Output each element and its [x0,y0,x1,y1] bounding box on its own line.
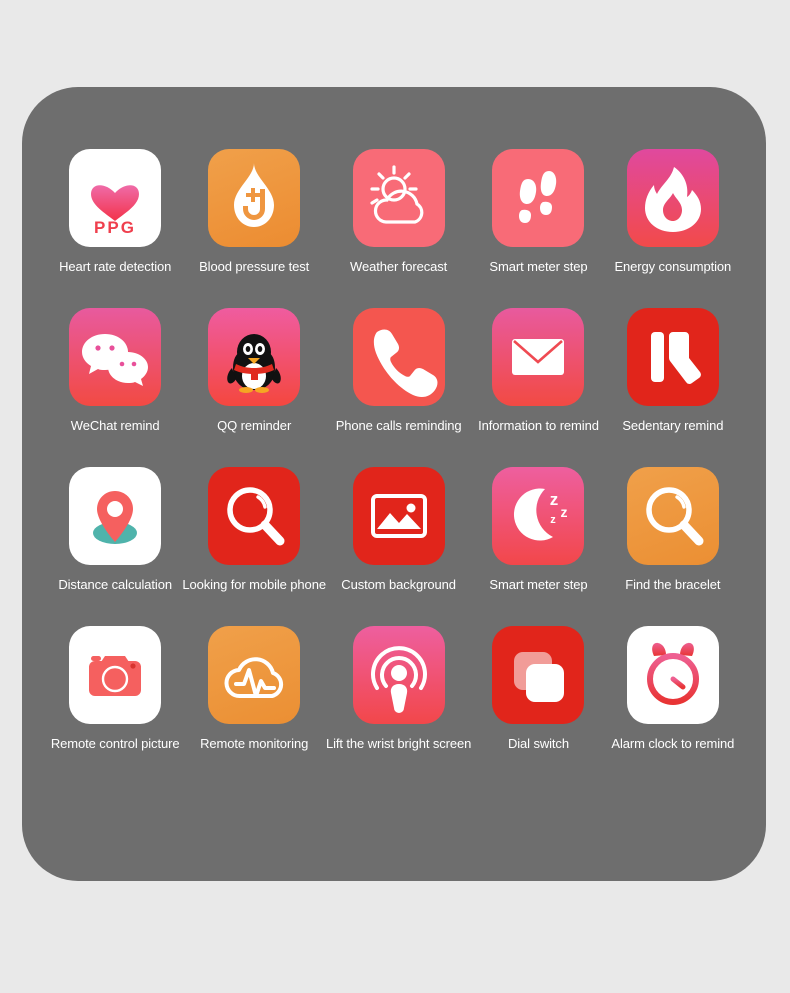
app-icon-label: Smart meter step [489,577,588,592]
magnifier-bracelet-icon[interactable] [626,467,719,565]
app-icon-label: Phone calls reminding [335,418,462,433]
app-icon-cell[interactable]: Custom background [326,467,471,592]
app-icon-label: Distance calculation [58,577,172,592]
app-icon-label: Alarm clock to remind [611,736,735,751]
app-icon-label: Heart rate detection [59,259,172,274]
wechat-bubbles-icon[interactable] [69,308,162,406]
alarm-clock-icon[interactable] [626,626,719,724]
app-icon-cell[interactable]: Lift the wrist bright screen [326,626,471,751]
app-icon-cell[interactable]: Remote monitoring [182,626,326,751]
magnifier-phone-icon[interactable] [208,467,301,565]
app-icon-cell[interactable]: Energy consumption [606,149,740,274]
app-icon-cell[interactable]: Alarm clock to remind [606,626,740,751]
svg-text:z: z [561,504,568,520]
app-icon-cell[interactable]: Remote control picture [48,626,182,751]
phone-handset-icon[interactable] [352,308,445,406]
app-icon-label: Dial switch [507,736,569,751]
app-icon-label: WeChat remind [70,418,160,433]
app-icon-label: Looking for mobile phone [182,577,326,592]
app-icon-label: Sedentary remind [622,418,724,433]
app-icon-cell[interactable]: Weather forecast [326,149,471,274]
qq-penguin-icon[interactable] [208,308,301,406]
app-icon-label: Weather forecast [350,259,448,274]
app-icon-label: Custom background [341,577,456,592]
app-icon-label: Smart meter step [489,259,588,274]
footsteps-icon[interactable] [492,149,585,247]
app-icon-cell[interactable]: Find the bracelet [606,467,740,592]
envelope-icon[interactable] [492,308,585,406]
svg-text:z: z [550,490,559,509]
app-icon-label: Blood pressure test [199,259,310,274]
moon-sleep-icon[interactable]: z z z [492,467,585,565]
svg-text:z: z [551,514,557,526]
cloud-pulse-icon[interactable] [208,626,301,724]
broadcast-person-icon[interactable] [352,626,445,724]
svg-text:PPG: PPG [94,218,136,237]
app-icon-cell[interactable]: z z z Smart meter step [471,467,605,592]
app-icon-label: Remote control picture [50,736,180,751]
dial-switch-icon[interactable] [492,626,585,724]
app-icon-cell[interactable]: Information to remind [471,308,605,433]
app-icon-cell[interactable]: Distance calculation [48,467,182,592]
app-icon-label: Remote monitoring [200,736,309,751]
app-icon-cell[interactable]: Looking for mobile phone [182,467,326,592]
app-icon-cell[interactable]: Phone calls reminding [326,308,471,433]
app-icon-label: Find the bracelet [625,577,721,592]
app-icon-cell[interactable]: Dial switch [471,626,605,751]
app-icon-label: QQ reminder [217,418,292,433]
app-icon-cell[interactable]: Blood pressure test [182,149,326,274]
blood-drop-icon[interactable] [208,149,301,247]
flame-icon[interactable] [626,149,719,247]
sedentary-icon[interactable] [626,308,719,406]
app-icon-label: Energy consumption [614,259,732,274]
picture-icon[interactable] [352,467,445,565]
app-icon-cell[interactable]: Sedentary remind [606,308,740,433]
app-icon-cell[interactable]: Smart meter step [471,149,605,274]
app-icon-label: Information to remind [478,418,599,433]
app-icon-label: Lift the wrist bright screen [325,736,472,751]
heart-ppg-icon[interactable]: PPG [69,149,162,247]
app-icon-cell[interactable]: PPG Heart rate detection [48,149,182,274]
app-grid-panel: PPG Heart rate detection Blood pressure t… [22,87,766,881]
camera-icon[interactable] [69,626,162,724]
map-pin-icon[interactable] [69,467,162,565]
app-icon-cell[interactable]: QQ reminder [182,308,326,433]
app-icon-cell[interactable]: WeChat remind [48,308,182,433]
icon-grid: PPG Heart rate detection Blood pressure t… [48,149,740,751]
sun-cloud-icon[interactable] [352,149,445,247]
